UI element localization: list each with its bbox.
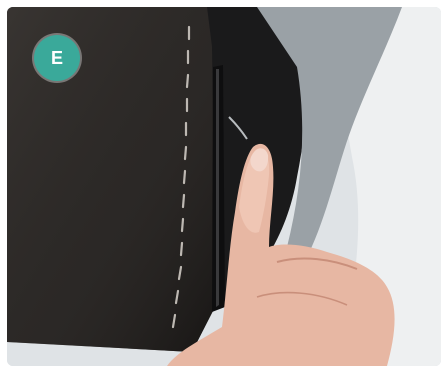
step-badge: E [34, 35, 80, 81]
instruction-frame: E [0, 0, 448, 373]
zipper-highlight [216, 69, 219, 307]
